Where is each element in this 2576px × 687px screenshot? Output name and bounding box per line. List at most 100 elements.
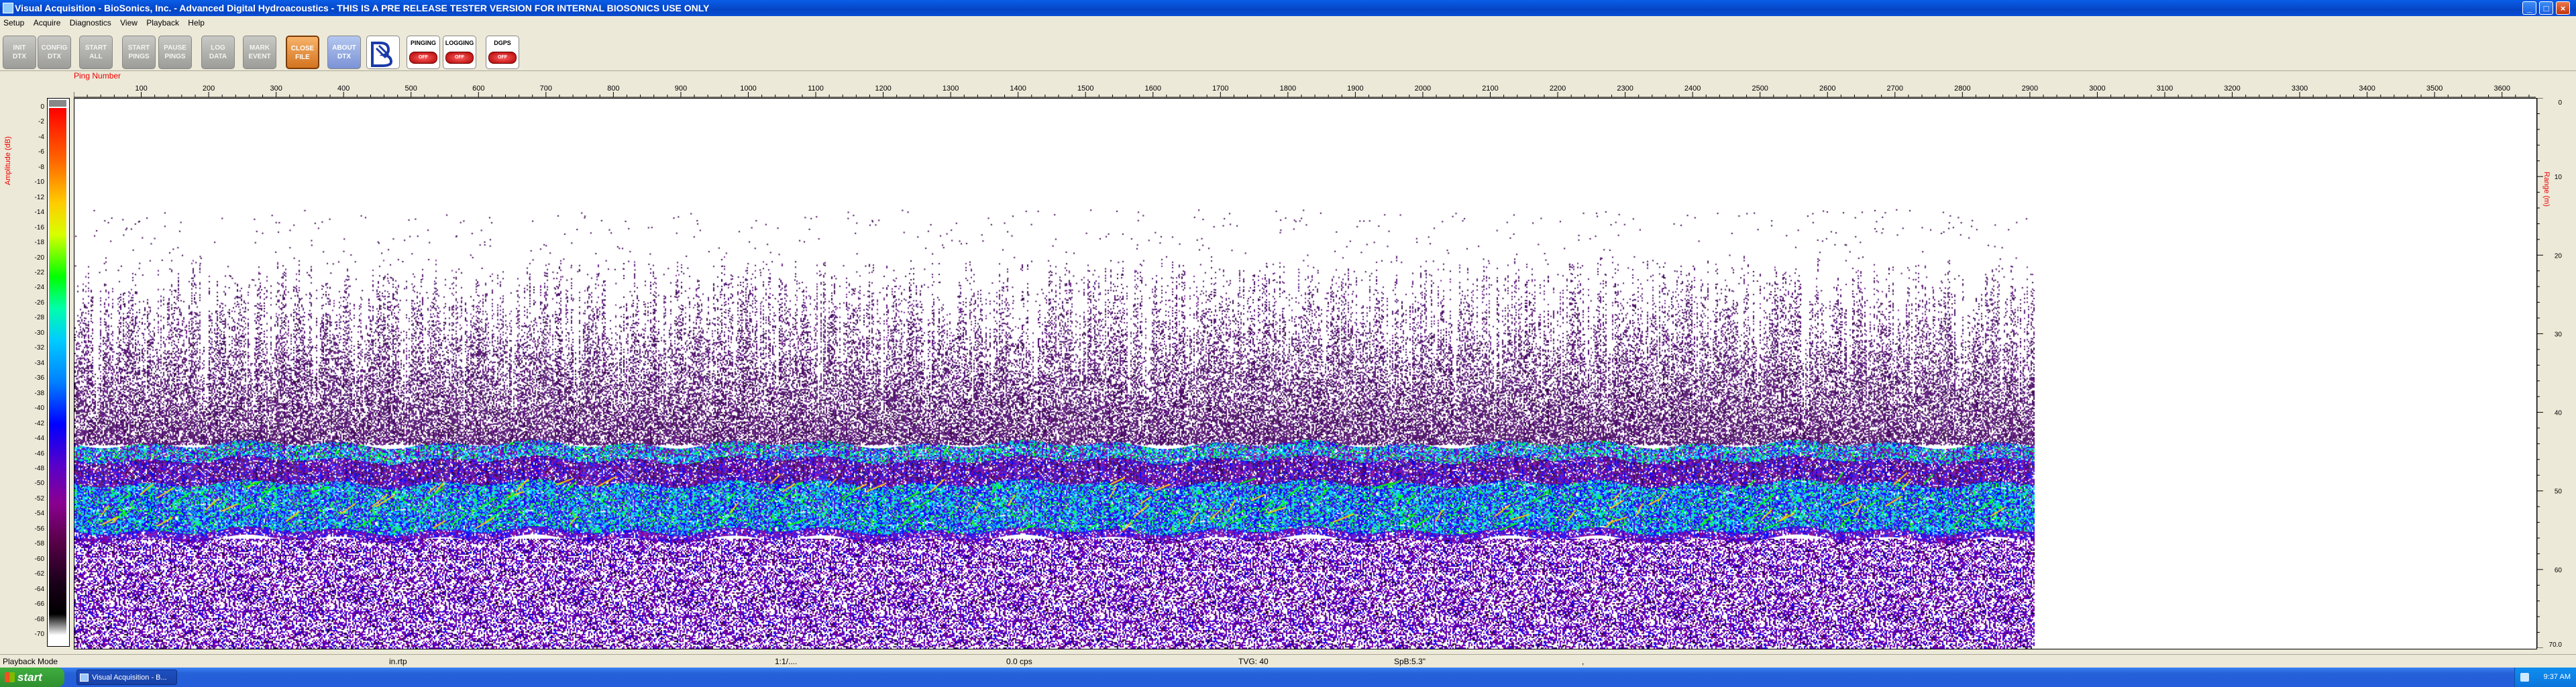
range-tick-label: 50 (2555, 488, 2563, 496)
menu-help[interactable]: Help (184, 16, 208, 30)
ping-tick-label: 2100 (1482, 85, 1498, 93)
amplitude-tick: -60 (34, 555, 44, 563)
start-label: start (17, 671, 42, 684)
pause-pings-button[interactable]: PAUSE PINGS (158, 36, 192, 69)
ping-tick-label: 2400 (1684, 85, 1701, 93)
status-light: OFF (409, 52, 437, 64)
log-data-button[interactable]: LOG DATA (201, 36, 235, 69)
ping-tick-label: 3100 (2157, 85, 2173, 93)
ping-tick-label: 2300 (1617, 85, 1633, 93)
amplitude-tick: -64 (34, 585, 44, 593)
menu-setup[interactable]: Setup (0, 16, 28, 30)
menu-diagnostics[interactable]: Diagnostics (66, 16, 115, 30)
menu-view[interactable]: View (117, 16, 141, 30)
amplitude-tick: -6 (38, 148, 44, 156)
amplitude-tick: -42 (34, 419, 44, 427)
colorbar-gradient (49, 108, 66, 635)
status-bar: Playback Mode in.rtp 1:1/.... 0.0 cps TV… (0, 654, 2576, 668)
maximize-icon: □ (2543, 3, 2549, 13)
ping-tick-label: 2200 (1550, 85, 1566, 93)
amplitude-tick: -50 (34, 480, 44, 488)
button-label: MARK (250, 44, 270, 52)
ping-tick-label: 1200 (875, 85, 891, 93)
ping-tick-label: 2700 (1887, 85, 1903, 93)
amplitude-tick: -36 (34, 374, 44, 382)
range-tick-label: 30 (2555, 331, 2563, 338)
amplitude-ticks: 0 -2 -4 -6 -8 -10 -12 -14 -16 -18 -20 -22 -24 -26 -28 -… (27, 103, 44, 638)
amplitude-tick: -26 (34, 299, 44, 307)
status-label: PINGING (410, 40, 436, 46)
ping-tick-label: 400 (337, 85, 350, 93)
ping-tick-label: 1900 (1347, 85, 1363, 93)
menu-playback[interactable]: Playback (143, 16, 182, 30)
minimize-icon: _ (2526, 3, 2532, 13)
windows-flag-icon (5, 672, 15, 682)
button-label: START (85, 44, 107, 52)
window-title: Visual Acquisition - BioSonics, Inc. - A… (15, 3, 710, 13)
ping-tick-label: 1700 (1212, 85, 1228, 93)
range-tick-label: 60 (2555, 567, 2563, 574)
amplitude-tick: -58 (34, 540, 44, 548)
amplitude-tick: -18 (34, 239, 44, 247)
init-dtx-button[interactable]: INIT DTX (3, 36, 36, 69)
status-time: 1:1/.... (775, 657, 798, 666)
taskbar-item-visual-acquisition[interactable]: Visual Acquisition - B... (76, 670, 177, 685)
button-label: CLOSE (290, 45, 315, 52)
start-button[interactable]: start (0, 668, 64, 687)
ping-tick-label: 500 (405, 85, 417, 93)
ping-tick-label: 3000 (2089, 85, 2105, 93)
amplitude-tick: -56 (34, 525, 44, 533)
menu-bar: Setup Acquire Diagnostics View Playback … (0, 16, 2576, 30)
button-label: PINGS (164, 53, 186, 60)
app-window-icon (80, 674, 89, 682)
config-dtx-button[interactable]: CONFIG DTX (38, 36, 71, 69)
button-label: DTX (48, 53, 61, 60)
button-label: DTX (13, 53, 26, 60)
close-button[interactable]: × (2556, 1, 2570, 15)
ping-tick-label: 2800 (1954, 85, 1970, 93)
amplitude-tick: -54 (34, 510, 44, 518)
amplitude-tick: -16 (34, 223, 44, 231)
button-label: PAUSE (164, 44, 186, 52)
range-tick-label: 40 (2555, 410, 2563, 417)
ping-tick-label: 3400 (2359, 85, 2375, 93)
mark-event-button[interactable]: MARK EVENT (243, 36, 276, 69)
close-file-button[interactable]: CLOSE FILE (286, 36, 319, 69)
status-light: OFF (488, 52, 517, 64)
start-pings-button[interactable]: START PINGS (122, 36, 156, 69)
maximize-button[interactable]: □ (2539, 1, 2553, 15)
amplitude-tick: -46 (34, 450, 44, 458)
toolbar: INIT DTX CONFIG DTX START ALL START PING… (0, 30, 2576, 71)
echogram-panel: Ping Number Amplitude (dB) Range (m) 0 -2… (0, 71, 2576, 654)
button-label: DTX (337, 53, 351, 60)
dgps-status: DGPS OFF (486, 36, 519, 69)
amplitude-tick: -68 (34, 615, 44, 623)
ping-tick-label: 1100 (808, 85, 824, 93)
amplitude-tick: -28 (34, 314, 44, 322)
amplitude-tick: -22 (34, 269, 44, 277)
amplitude-tick: -4 (38, 133, 44, 141)
status-extra: , (1582, 657, 1585, 666)
about-dtx-button[interactable]: ABOUT DTX (327, 36, 361, 69)
network-icon[interactable] (2520, 673, 2529, 682)
menu-acquire[interactable]: Acquire (30, 16, 64, 30)
button-label: DATA (209, 53, 227, 60)
status-label: LOGGING (445, 40, 474, 46)
button-label: LOG (211, 44, 225, 52)
status-light: OFF (445, 52, 474, 64)
status-spb: SpB:5.3" (1394, 657, 1426, 666)
ping-tick-label: 1600 (1145, 85, 1161, 93)
close-icon: × (2560, 3, 2566, 13)
start-all-button[interactable]: START ALL (79, 36, 113, 69)
minimize-button[interactable]: _ (2522, 1, 2536, 15)
echogram-plot[interactable] (74, 98, 2537, 649)
ping-tick-label: 1800 (1280, 85, 1296, 93)
ping-tick-label: 3600 (2493, 85, 2510, 93)
status-label: DGPS (494, 40, 511, 46)
amplitude-tick: -62 (34, 570, 44, 578)
ping-tick-label: 800 (607, 85, 619, 93)
button-label: EVENT (248, 53, 271, 60)
range-tick-label: 20 (2555, 252, 2563, 260)
status-speed: 0.0 cps (1006, 657, 1032, 666)
amplitude-tick: -2 (38, 118, 44, 126)
